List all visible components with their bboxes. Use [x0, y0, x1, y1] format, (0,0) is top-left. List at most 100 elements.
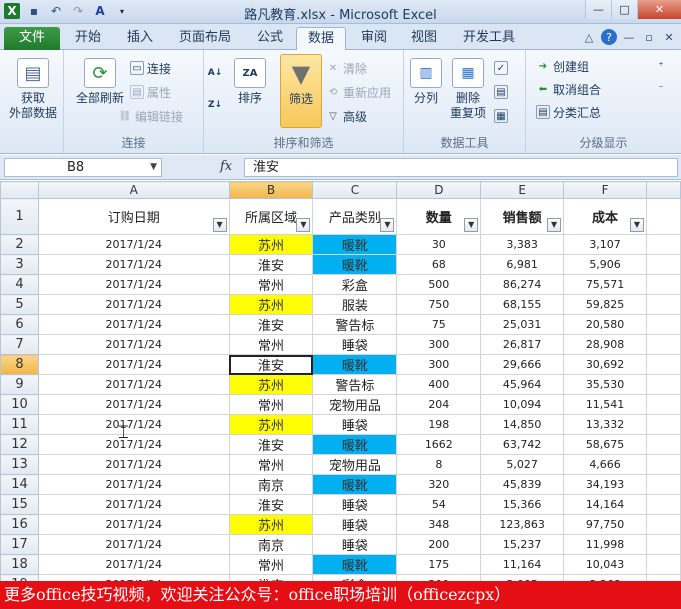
cell-cost[interactable]: 34,193	[563, 474, 647, 495]
cell-sales[interactable]: 68,155	[480, 294, 565, 315]
empty-cell[interactable]	[646, 454, 681, 475]
filter-dropdown-icon[interactable]: ▼	[212, 218, 227, 232]
cell-sales[interactable]: 26,817	[480, 334, 565, 355]
cell-cost[interactable]: 14,164	[563, 494, 647, 515]
cell-sales[interactable]: 3,383	[480, 234, 565, 255]
cell-date[interactable]: 2017/1/24	[37, 554, 230, 575]
empty-cell[interactable]	[646, 374, 681, 395]
tab-file[interactable]: 文件	[4, 27, 60, 50]
filter-dropdown-icon[interactable]: ▼	[464, 218, 479, 232]
sort-ascending-button[interactable]: A↓	[208, 64, 223, 82]
select-all-corner[interactable]	[0, 181, 39, 199]
cell-date[interactable]: 2017/1/24	[37, 254, 230, 275]
cell-region[interactable]: 淮安	[228, 494, 314, 515]
name-box[interactable]: B8 ▼	[4, 158, 162, 177]
cell-quantity[interactable]: 68	[396, 254, 482, 275]
properties-button[interactable]: ▤ 属性	[130, 83, 171, 101]
tab-formulas[interactable]: 公式	[248, 27, 292, 50]
name-box-dropdown-icon[interactable]: ▼	[150, 159, 157, 176]
cell-date[interactable]: 2017/1/24	[37, 434, 230, 455]
cell-date[interactable]: 2017/1/24	[37, 274, 230, 295]
cell-cost[interactable]: 75,571	[563, 274, 647, 295]
tab-view[interactable]: 视图	[402, 27, 446, 50]
empty-cell[interactable]	[646, 254, 681, 275]
cell-region[interactable]: 常州	[228, 394, 314, 415]
edit-links-button[interactable]: ⛓ 编辑链接	[118, 107, 183, 125]
cell-category[interactable]: 暖靴	[312, 554, 398, 575]
cell-cost[interactable]: 3,107	[563, 234, 647, 255]
column-header-g[interactable]	[646, 181, 681, 199]
filter-dropdown-icon[interactable]: ▼	[296, 218, 311, 232]
tab-developer[interactable]: 开发工具	[454, 27, 524, 50]
window-close-icon[interactable]: ✕	[661, 29, 677, 45]
cell-cost[interactable]: 58,675	[563, 434, 647, 455]
cell-date[interactable]: 2017/1/24	[37, 374, 230, 395]
cell-region[interactable]: 苏州	[228, 374, 314, 395]
cell-quantity[interactable]: 198	[396, 414, 482, 435]
row-header[interactable]: 14	[0, 474, 39, 495]
cell-sales[interactable]: 29,666	[480, 354, 565, 375]
cell-quantity[interactable]: 750	[396, 294, 482, 315]
insert-function-icon[interactable]: fx	[220, 159, 232, 174]
row-header[interactable]: 6	[0, 314, 39, 335]
row-header[interactable]: 10	[0, 394, 39, 415]
cell-cost[interactable]: 11,541	[563, 394, 647, 415]
cell-sales[interactable]: 63,742	[480, 434, 565, 455]
row-header[interactable]: 9	[0, 374, 39, 395]
cell-region[interactable]: 南京	[228, 474, 314, 495]
remove-duplicates-button[interactable]: ▦ 删除 重复项	[448, 58, 488, 121]
header-cell-region[interactable]: 所属区域 ▼	[228, 198, 314, 235]
cell-quantity[interactable]: 400	[396, 374, 482, 395]
empty-cell[interactable]	[646, 334, 681, 355]
row-header[interactable]: 4	[0, 274, 39, 295]
cell-sales[interactable]: 11,164	[480, 554, 565, 575]
cell-cost[interactable]: 5,906	[563, 254, 647, 275]
maximize-button[interactable]: □	[611, 0, 637, 19]
row-header[interactable]: 7	[0, 334, 39, 355]
empty-cell[interactable]	[646, 234, 681, 255]
cell-region[interactable]: 淮安	[228, 354, 314, 375]
empty-cell[interactable]	[646, 198, 681, 235]
column-header-c[interactable]: C	[312, 181, 398, 199]
show-detail-button[interactable]: ⁺	[654, 57, 668, 75]
minimize-ribbon-icon[interactable]: △	[581, 29, 597, 45]
close-button[interactable]: ✕	[637, 0, 681, 19]
cell-category[interactable]: 暖靴	[312, 234, 398, 255]
cell-category[interactable]: 睡袋	[312, 414, 398, 435]
cell-region[interactable]: 常州	[228, 554, 314, 575]
cell-cost[interactable]: 20,580	[563, 314, 647, 335]
header-cell-quantity[interactable]: 数量 ▼	[396, 198, 482, 235]
cell-quantity[interactable]: 348	[396, 514, 482, 535]
cell-category[interactable]: 暖靴	[312, 474, 398, 495]
text-to-columns-button[interactable]: ▥ 分列	[406, 58, 446, 106]
cell-category[interactable]: 睡袋	[312, 534, 398, 555]
cell-sales[interactable]: 25,031	[480, 314, 565, 335]
get-external-data-button[interactable]: ▤ 获取 外部数据	[6, 58, 60, 121]
connections-button[interactable]: ▭ 连接	[130, 59, 171, 77]
cell-quantity[interactable]: 200	[396, 534, 482, 555]
row-header[interactable]: 16	[0, 514, 39, 535]
tab-page-layout[interactable]: 页面布局	[172, 27, 238, 50]
sort-button[interactable]: ZA 排序	[230, 58, 270, 106]
row-header[interactable]: 1	[0, 198, 39, 235]
cell-sales[interactable]: 6,981	[480, 254, 565, 275]
header-cell-category[interactable]: 产品类别 ▼	[312, 198, 398, 235]
tab-review[interactable]: 审阅	[352, 27, 396, 50]
consolidate-button[interactable]: ▤	[494, 83, 508, 101]
cell-date[interactable]: 2017/1/24	[37, 354, 230, 375]
what-if-button[interactable]: ▦	[494, 107, 508, 125]
cell-date[interactable]: 2017/1/24	[37, 314, 230, 335]
cell-date[interactable]: 2017/1/24	[37, 294, 230, 315]
worksheet-grid[interactable]: A B C D E F 1 订购日期 ▼ 所属区域 ▼ 产品类别 ▼ 数量 ▼ 销售额 ▼…	[0, 181, 681, 581]
column-header-d[interactable]: D	[396, 181, 482, 199]
cell-sales[interactable]: 45,964	[480, 374, 565, 395]
cell-category[interactable]: 服装	[312, 294, 398, 315]
row-header[interactable]: 2	[0, 234, 39, 255]
cell-quantity[interactable]: 300	[396, 334, 482, 355]
empty-cell[interactable]	[646, 534, 681, 555]
column-header-f[interactable]: F	[563, 181, 647, 199]
cell-category[interactable]: 彩盒	[312, 274, 398, 295]
cell-date[interactable]: 2017/1/24	[37, 234, 230, 255]
formula-input[interactable]: 淮安	[244, 158, 678, 177]
filter-dropdown-icon[interactable]: ▼	[630, 218, 644, 232]
